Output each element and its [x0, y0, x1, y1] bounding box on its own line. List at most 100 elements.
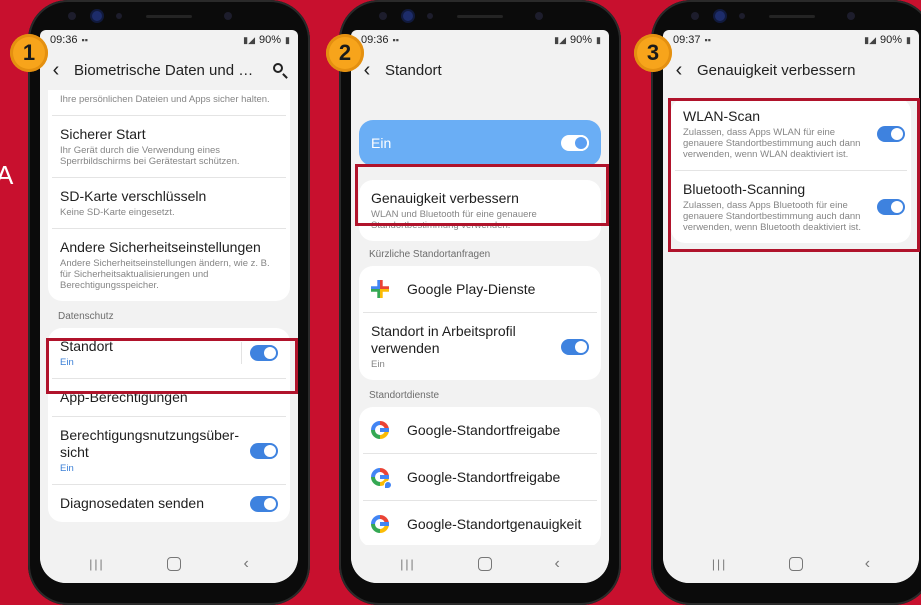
diagnostics-toggle[interactable] [250, 495, 278, 512]
list-item-permission-usage[interactable]: Berechtigungsnutzungsüber-sicht Ein [52, 417, 286, 485]
nav-bar: ||| ‹ [351, 545, 609, 583]
back-icon[interactable]: ‹ [554, 555, 559, 573]
location-master-toggle[interactable] [561, 135, 589, 151]
list-item-location-accuracy[interactable]: Google-Standortgenauigkeit [363, 501, 597, 547]
highlight-frame [355, 164, 609, 226]
location-services-card: Google-Standortfreigabe Google-Standortf… [359, 407, 601, 547]
front-camera-icon [403, 11, 413, 21]
list-item-work-profile[interactable]: Standort in Arbeitsprofil verwenden Ein [363, 313, 597, 380]
back-arrow-icon[interactable]: ‹ [671, 60, 687, 80]
signal-icon: ▮◢ [864, 34, 877, 45]
list-item-subtitle: Andere Sicherheitseinstellungen ändern, … [60, 258, 270, 291]
list-item-status: Ein [371, 359, 385, 370]
list-item-secure-start[interactable]: Sicherer Start Ihr Gerät durch die Verwe… [52, 116, 286, 178]
list-item-location-sharing-2[interactable]: Google-Standortfreigabe [363, 454, 597, 501]
highlight-frame [668, 98, 920, 252]
section-label-recent: Kürzliche Standortanfragen [369, 249, 491, 260]
list-item-other-security[interactable]: Andere Sicherheitseinstellungen Andere S… [52, 229, 286, 301]
notification-icons: ▪▪ [704, 35, 711, 45]
list-item-subtitle: Keine SD-Karte eingesetzt. [60, 207, 175, 218]
battery-level: 90% [259, 34, 282, 46]
app-bar: ‹ Biometrische Daten und Sich… [40, 50, 298, 90]
section-label-privacy: Datenschutz [58, 311, 114, 322]
list-item-partial: Ihre persönlichen Dateien und Apps siche… [52, 90, 286, 116]
list-item-status: Ein [60, 463, 74, 474]
list-item-subtitle: Ihr Gerät durch die Verwendung eines Spe… [60, 145, 240, 167]
phone-topbar [651, 6, 921, 30]
list-item-title: SD-Karte verschlüsseln [60, 188, 207, 204]
search-icon[interactable] [272, 62, 288, 78]
app-bar: ‹ Genauigkeit verbessern [663, 50, 919, 90]
screen: 09:36 ▪▪ ▮◢ 90% ▮ ‹ Biometrische Daten u… [40, 30, 298, 583]
battery-level: 90% [570, 34, 593, 46]
step-badge-3: 3 [634, 34, 672, 72]
phone-topbar [339, 6, 621, 30]
notification-icons: ▪▪ [392, 35, 399, 45]
battery-icon: ▮ [596, 34, 601, 45]
app-bar: ‹ Standort [351, 50, 609, 90]
google-icon [371, 421, 389, 439]
list-item-title: Berechtigungsnutzungsüber-sicht [60, 427, 240, 460]
recents-icon[interactable]: ||| [400, 557, 415, 571]
screen: 09:36 ▪▪ ▮◢ 90% ▮ ‹ Standort Ein Genauig… [351, 30, 609, 583]
status-time: 09:37 [673, 34, 701, 46]
list-item-location-sharing[interactable]: Google-Standortfreigabe [363, 407, 597, 454]
front-camera-icon [715, 11, 725, 21]
notification-icons: ▪▪ [81, 35, 88, 45]
section-label-services: Standortdienste [369, 390, 440, 401]
google-play-services-icon [371, 280, 389, 298]
list-item-title: Sicherer Start [60, 126, 146, 142]
signal-icon: ▮◢ [554, 34, 567, 45]
permission-usage-toggle[interactable] [250, 442, 278, 459]
home-icon[interactable] [789, 557, 803, 571]
list-item-title: Standort in Arbeitsprofil verwenden [371, 323, 516, 356]
list-item-title: Diagnosedaten senden [60, 495, 205, 511]
status-time: 09:36 [50, 34, 78, 46]
battery-level: 90% [880, 34, 903, 46]
status-bar: 09:37 ▪▪ ▮◢ 90% ▮ [663, 30, 919, 50]
signal-icon: ▮◢ [243, 34, 256, 45]
status-time: 09:36 [361, 34, 389, 46]
google-icon [371, 515, 389, 533]
master-toggle-label: Ein [371, 135, 392, 151]
list-item-diagnostics[interactable]: Diagnosedaten senden [52, 485, 286, 522]
list-item-title: Google-Standortgenauigkeit [407, 515, 582, 532]
location-master-toggle-bar[interactable]: Ein [359, 120, 601, 166]
back-icon[interactable]: ‹ [243, 555, 248, 573]
list-item-title: Google Play-Dienste [407, 280, 536, 297]
list-item-title: Google-Standortfreigabe [407, 468, 561, 485]
back-icon[interactable]: ‹ [865, 555, 870, 573]
phone-3: 09:37 ▪▪ ▮◢ 90% ▮ ‹ Genauigkeit verbesse… [651, 0, 921, 605]
nav-bar: ||| ‹ [40, 545, 298, 583]
home-icon[interactable] [478, 557, 493, 571]
page-title: Standort [385, 61, 442, 79]
list-item-title: Google-Standortfreigabe [407, 421, 561, 438]
edge-glyph: A [0, 160, 14, 190]
work-profile-toggle[interactable] [561, 338, 589, 355]
back-arrow-icon[interactable]: ‹ [359, 60, 375, 80]
list-item-subtitle: Ihre persönlichen Dateien und Apps siche… [60, 94, 270, 105]
status-bar: 09:36 ▪▪ ▮◢ 90% ▮ [40, 30, 298, 50]
list-item-play-services[interactable]: Google Play-Dienste [363, 266, 597, 313]
phone-1: 09:36 ▪▪ ▮◢ 90% ▮ ‹ Biometrische Daten u… [28, 0, 310, 605]
highlight-frame [46, 338, 298, 394]
nav-bar: ||| ‹ [663, 545, 919, 583]
phone-2: 09:36 ▪▪ ▮◢ 90% ▮ ‹ Standort Ein Genauig… [339, 0, 621, 605]
recent-requests-card: Google Play-Dienste Standort in Arbeitsp… [359, 266, 601, 380]
home-icon[interactable] [167, 557, 182, 571]
phone-topbar [28, 6, 310, 30]
list-item-title: Andere Sicherheitseinstellungen [60, 239, 261, 255]
security-card: Ihre persönlichen Dateien und Apps siche… [48, 90, 290, 301]
battery-icon: ▮ [285, 34, 290, 45]
page-title: Biometrische Daten und Sich… [74, 61, 262, 79]
google-location-sharing-icon [371, 468, 392, 489]
status-bar: 09:36 ▪▪ ▮◢ 90% ▮ [351, 30, 609, 50]
back-arrow-icon[interactable]: ‹ [48, 60, 64, 80]
step-badge-2: 2 [326, 34, 364, 72]
list-item-sd-encrypt[interactable]: SD-Karte verschlüsseln Keine SD-Karte ei… [52, 178, 286, 229]
step-badge-1: 1 [10, 34, 48, 72]
front-camera-icon [92, 11, 102, 21]
recents-icon[interactable]: ||| [712, 557, 727, 571]
recents-icon[interactable]: ||| [89, 557, 104, 571]
battery-icon: ▮ [906, 34, 911, 45]
